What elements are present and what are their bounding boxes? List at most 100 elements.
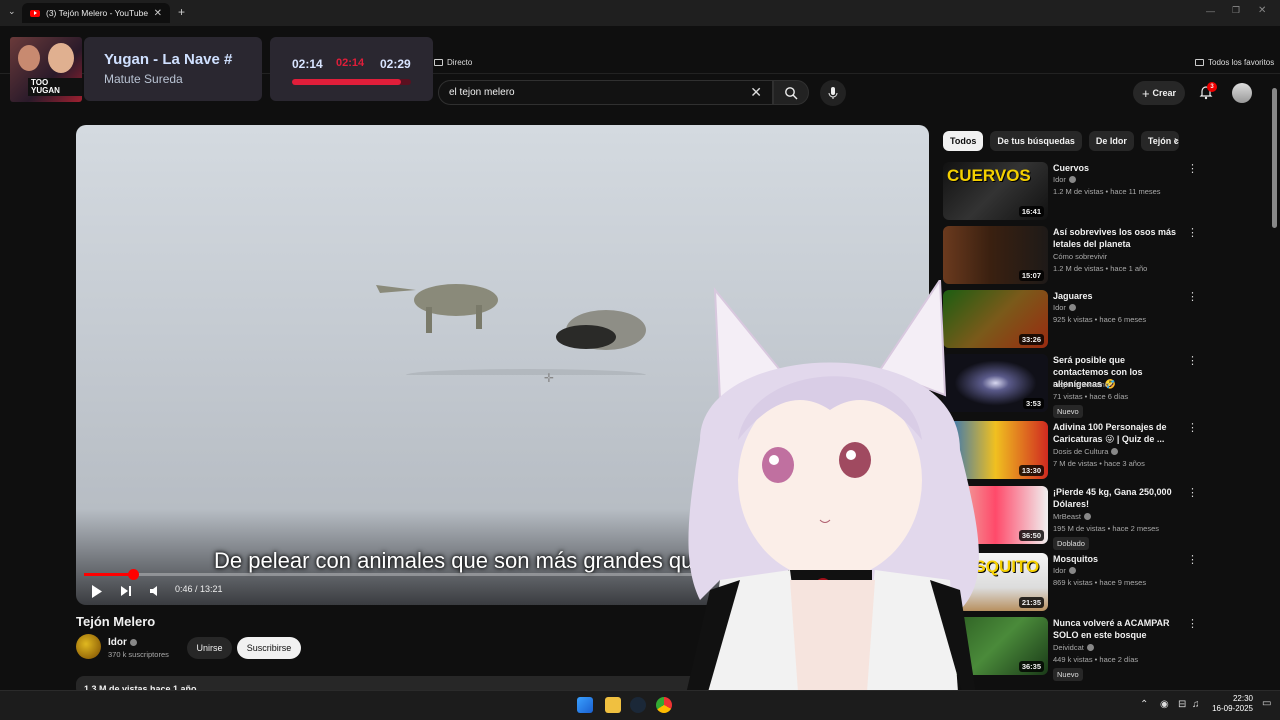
browser-tabstrip: ⌄ (3) Tejón Melero - YouTube ✕ + — ❐ ✕	[0, 0, 1280, 26]
search-query: el tejon melero	[449, 87, 515, 98]
browser-tab[interactable]: (3) Tejón Melero - YouTube ✕	[22, 3, 170, 23]
minimize-icon[interactable]: —	[1206, 6, 1215, 16]
channel-name[interactable]: Idor	[108, 637, 137, 648]
recommendation-channel[interactable]: Deividcat	[1053, 643, 1094, 652]
recommendation-channel-name: Cómo sobrevivir	[1053, 252, 1108, 261]
clear-search-icon[interactable]: ✕	[750, 84, 762, 101]
network-icon[interactable]: ⊟	[1178, 699, 1186, 710]
more-options-icon[interactable]: ⋮	[1187, 423, 1198, 434]
song-timer-widget: 02:14 02:14 02:29	[270, 37, 433, 101]
steam-icon[interactable]	[630, 697, 646, 713]
video-scrubber-knob[interactable]	[127, 569, 139, 580]
video-duration: 36:50	[1018, 530, 1044, 541]
now-playing-artist: Matute Sureda	[104, 72, 183, 86]
cam-sign: TOO YUGAN	[28, 78, 82, 96]
chrome-icon[interactable]	[656, 697, 672, 713]
recommendation-badge: Nuevo	[1053, 668, 1083, 681]
account-avatar[interactable]	[1232, 83, 1252, 103]
tab-list-chevron-icon[interactable]: ⌄	[8, 6, 16, 17]
scrollbar-thumb[interactable]	[1272, 88, 1277, 228]
recommendation-badge: Nuevo	[1053, 405, 1083, 418]
volume-icon	[150, 586, 157, 596]
new-tab-icon[interactable]: +	[178, 5, 185, 19]
play-button[interactable]	[91, 583, 103, 599]
bookmark-all-favorites[interactable]: Todos los favoritos	[1195, 58, 1274, 67]
more-options-icon[interactable]: ⋮	[1187, 488, 1198, 499]
search-input[interactable]: el tejon melero ✕	[438, 80, 773, 105]
recommendation-meta: 925 k vistas • hace 6 meses	[1053, 315, 1147, 324]
recommendation-title[interactable]: Adivina 100 Personajes de Caricaturas 😜 …	[1053, 421, 1181, 445]
recommendation-title[interactable]: Nunca volveré a ACAMPAR SOLO en este bos…	[1053, 617, 1181, 641]
more-options-icon[interactable]: ⋮	[1187, 228, 1198, 239]
more-options-icon[interactable]: ⋮	[1187, 164, 1198, 175]
verified-icon	[1068, 304, 1076, 311]
recommendation-item[interactable]: CUERVOS 16:41 Cuervos Idor 1.2 M de vistas •…	[943, 162, 1198, 222]
file-explorer-icon[interactable]	[605, 697, 621, 713]
recommendation-channel[interactable]: Idor	[1053, 175, 1076, 184]
recommendation-title[interactable]: Mosquitos	[1053, 553, 1181, 565]
recommendation-channel[interactable]: Dosis de Cultura	[1053, 447, 1119, 456]
page-scrollbar[interactable]	[1271, 80, 1278, 690]
recommendation-meta: 71 vistas • hace 6 días	[1053, 392, 1129, 401]
now-playing-widget: Yugan - La Nave # Matute Sureda	[84, 37, 262, 101]
maximize-icon[interactable]: ❐	[1232, 5, 1240, 16]
chip-todos[interactable]: Todos	[943, 131, 984, 151]
clock-time: 22:30	[1232, 694, 1253, 703]
chip-de-idor[interactable]: De Idor	[1088, 131, 1134, 151]
notification-center-icon[interactable]: ▭	[1262, 698, 1271, 709]
skip-next-icon	[121, 586, 131, 596]
notification-count-badge: 3	[1207, 82, 1217, 92]
recommendation-title[interactable]: Así sobrevives los osos más letales del …	[1053, 226, 1181, 250]
bookmark-directo[interactable]: Directo	[434, 58, 472, 67]
recommendation-meta: 7 M de vistas • hace 3 años	[1053, 459, 1145, 468]
tray-app-icon[interactable]: ◉	[1160, 699, 1169, 710]
recommendation-meta: 195 M de vistas • hace 2 meses	[1053, 524, 1160, 533]
voice-search-button[interactable]	[820, 80, 846, 106]
subscribe-button[interactable]: Suscribirse	[237, 637, 301, 659]
folder-icon	[434, 59, 443, 66]
speaker-icon[interactable]: ♫	[1192, 699, 1200, 710]
recommendation-title[interactable]: Jaguares	[1053, 290, 1181, 302]
recommendation-channel-name: Dosis de Cultura	[1053, 447, 1109, 456]
close-window-icon[interactable]: ✕	[1258, 5, 1266, 16]
recommendation-thumbnail[interactable]: CUERVOS 16:41	[943, 162, 1048, 220]
more-options-icon[interactable]: ⋮	[1187, 555, 1198, 566]
recommendation-meta: 449 k vistas • hace 2 días	[1053, 655, 1139, 664]
recommendation-channel[interactable]: Legio astronomo	[1053, 380, 1109, 389]
channel-avatar[interactable]	[76, 634, 101, 659]
chips-next-chevron-icon[interactable]: ›	[1174, 133, 1178, 147]
recommendation-channel-name: Legio astronomo	[1053, 380, 1109, 389]
folder-icon	[1195, 59, 1204, 66]
recommendation-title[interactable]: ¡Pierde 45 kg, Gana 250,000 Dólares!	[1053, 486, 1181, 510]
more-options-icon[interactable]: ⋮	[1187, 356, 1198, 367]
volume-button[interactable]	[149, 583, 161, 599]
recommendation-channel-name: Deividcat	[1053, 643, 1084, 652]
chip-de-tus-busquedas[interactable]: De tus búsquedas	[990, 131, 1082, 151]
bookmark-label: Todos los favoritos	[1208, 58, 1275, 67]
recommendation-item[interactable]: 15:07 Así sobrevives los osos más letales…	[943, 226, 1198, 286]
start-menu-icon[interactable]	[577, 697, 593, 713]
next-video-button[interactable]	[120, 583, 132, 599]
video-subtitle: De pelear con animales que son más grand…	[214, 548, 706, 573]
create-button[interactable]: + Crear	[1133, 81, 1185, 105]
recommendation-channel-name: MrBeast	[1053, 512, 1081, 521]
more-options-icon[interactable]: ⋮	[1187, 292, 1198, 303]
more-options-icon[interactable]: ⋮	[1187, 619, 1198, 630]
search-button[interactable]	[773, 80, 809, 105]
webcam-overlay: TOO YUGAN	[10, 37, 82, 102]
join-button[interactable]: Unirse	[187, 637, 232, 659]
recommendation-channel[interactable]: Idor	[1053, 566, 1076, 575]
recommendation-title[interactable]: Cuervos	[1053, 162, 1181, 174]
tray-expand-icon[interactable]: ⌃	[1140, 699, 1148, 710]
video-duration: 33:26	[1018, 334, 1044, 345]
recommendation-thumbnail[interactable]: 15:07	[943, 226, 1048, 284]
system-clock[interactable]: 22:30 16-09-2025	[1205, 694, 1253, 714]
verified-icon	[1068, 567, 1076, 574]
close-tab-icon[interactable]: ✕	[154, 8, 162, 19]
recommendation-channel[interactable]: Idor	[1053, 303, 1076, 312]
thumbnail-caption: CUERVOS	[947, 166, 1031, 185]
recommendation-channel-name: Idor	[1053, 175, 1066, 184]
verified-icon	[1086, 644, 1094, 651]
recommendation-channel[interactable]: Cómo sobrevivir	[1053, 252, 1107, 261]
recommendation-channel[interactable]: MrBeast	[1053, 512, 1091, 521]
